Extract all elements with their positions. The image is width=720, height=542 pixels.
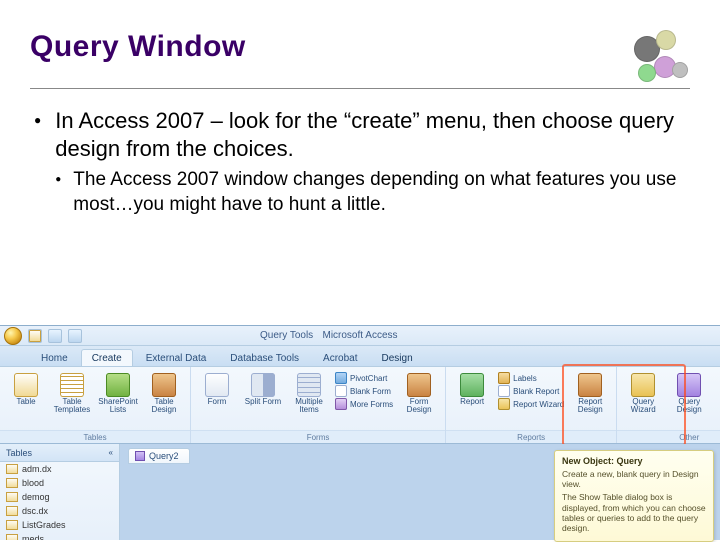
table-icon (6, 464, 18, 474)
report-design-button[interactable]: Report Design (570, 371, 610, 415)
group-other: Query Wizard Query Design Macro Other (617, 367, 720, 443)
decorative-dots (600, 30, 690, 86)
nav-item[interactable]: meds (0, 532, 119, 540)
sub-bullet-1-text: The Access 2007 window changes depending… (73, 168, 690, 217)
ribbon: Table Table Templates SharePoint Lists T… (0, 366, 720, 444)
table-icon (6, 506, 18, 516)
sharepoint-lists-button[interactable]: SharePoint Lists (98, 371, 138, 415)
qat-save-icon[interactable] (28, 329, 42, 343)
tooltip-line-2: The Show Table dialog box is displayed, … (562, 492, 706, 533)
nav-item[interactable]: blood (0, 476, 119, 490)
tab-create[interactable]: Create (81, 349, 133, 366)
nav-item[interactable]: adm.dx (0, 462, 119, 476)
qat-undo-icon[interactable] (48, 329, 62, 343)
tab-acrobat[interactable]: Acrobat (312, 349, 368, 366)
query-wizard-button[interactable]: Query Wizard (623, 371, 663, 415)
office-button-icon[interactable] (4, 327, 22, 345)
tooltip: New Object: Query Create a new, blank qu… (554, 450, 714, 542)
form-button[interactable]: Form (197, 371, 237, 406)
more-forms-button[interactable]: More Forms (335, 398, 393, 410)
nav-pane-header[interactable]: Tables « (0, 444, 119, 462)
access-screenshot: Query Tools Microsoft Access Home Create… (0, 325, 720, 540)
quick-access-toolbar: Query Tools Microsoft Access (0, 326, 720, 346)
table-icon (6, 478, 18, 488)
query-icon (135, 451, 145, 461)
nav-item[interactable]: dsc.dx (0, 504, 119, 518)
table-icon (6, 492, 18, 502)
nav-item[interactable]: ListGrades (0, 518, 119, 532)
app-title: Microsoft Access (322, 330, 397, 341)
title-row: Query Window (30, 30, 690, 89)
blank-form-button[interactable]: Blank Form (335, 385, 393, 397)
table-design-button[interactable]: Table Design (144, 371, 184, 415)
table-icon (6, 520, 18, 530)
query-design-button[interactable]: Query Design (669, 371, 709, 415)
blank-report-button[interactable]: Blank Report (498, 385, 564, 397)
tab-home[interactable]: Home (30, 349, 79, 366)
split-form-button[interactable]: Split Form (243, 371, 283, 406)
tooltip-title: New Object: Query (562, 456, 706, 466)
qat-redo-icon[interactable] (68, 329, 82, 343)
report-wizard-button[interactable]: Report Wizard (498, 398, 564, 410)
macro-button[interactable]: Macro (715, 371, 720, 406)
nav-item[interactable]: demog (0, 490, 119, 504)
form-design-button[interactable]: Form Design (399, 371, 439, 415)
contextual-tab-label: Query Tools (260, 330, 313, 341)
body-list: In Access 2007 – look for the “create” m… (30, 107, 690, 217)
sub-list: The Access 2007 window changes depending… (55, 168, 690, 217)
multiple-items-button[interactable]: Multiple Items (289, 371, 329, 415)
table-icon (6, 534, 18, 540)
chevron-down-icon: « (109, 448, 113, 457)
pivotchart-button[interactable]: PivotChart (335, 372, 393, 384)
labels-button[interactable]: Labels (498, 372, 564, 384)
group-reports: Report Labels Blank Report Report Wizard… (446, 367, 617, 443)
table-button[interactable]: Table (6, 371, 46, 406)
table-templates-button[interactable]: Table Templates (52, 371, 92, 415)
report-button[interactable]: Report (452, 371, 492, 406)
tab-external-data[interactable]: External Data (135, 349, 218, 366)
slide-title: Query Window (30, 30, 590, 64)
tooltip-line-1: Create a new, blank query in Design view… (562, 469, 706, 489)
group-forms: Form Split Form Multiple Items PivotChar… (191, 367, 446, 443)
navigation-pane: Tables « adm.dx blood demog dsc.dx ListG… (0, 444, 120, 540)
bullet-1-text: In Access 2007 – look for the “create” m… (55, 108, 674, 161)
tab-design[interactable]: Design (371, 349, 424, 366)
ribbon-tabs: Home Create External Data Database Tools… (0, 346, 720, 366)
group-tables: Table Table Templates SharePoint Lists T… (0, 367, 191, 443)
nav-list: adm.dx blood demog dsc.dx ListGrades med… (0, 462, 119, 540)
tab-database-tools[interactable]: Database Tools (219, 349, 310, 366)
document-tab[interactable]: Query2 (128, 448, 190, 464)
slide: Query Window In Access 2007 – look for t… (0, 0, 720, 540)
